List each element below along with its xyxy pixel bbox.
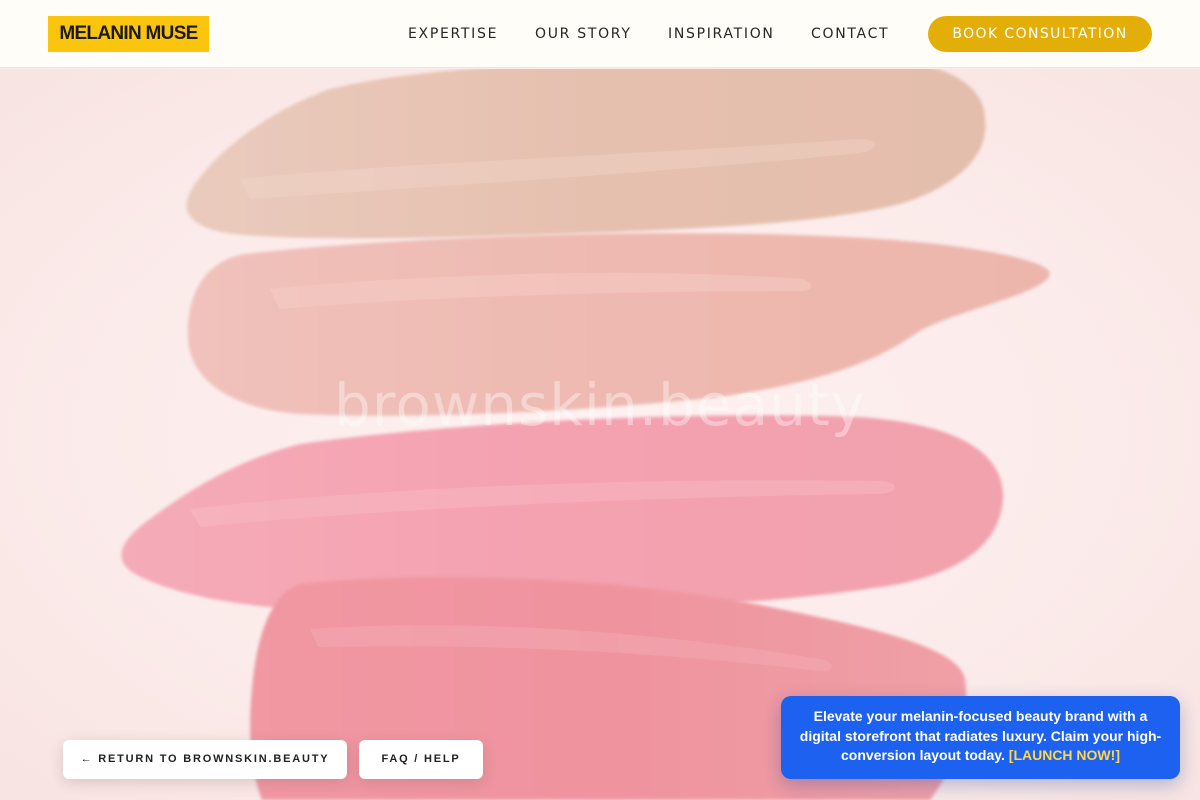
hero-section: brownskin.beauty bbox=[0, 69, 1200, 800]
nav-link-contact[interactable]: CONTACT bbox=[811, 24, 889, 44]
launch-now-link[interactable]: [LAUNCH NOW!] bbox=[1009, 747, 1120, 763]
return-to-site-button[interactable]: ← RETURN TO BROWNSKIN.BEAUTY bbox=[63, 740, 347, 779]
faq-help-button[interactable]: FAQ / HELP bbox=[359, 740, 483, 779]
promo-banner: Elevate your melanin-focused beauty bran… bbox=[781, 696, 1180, 779]
site-header: MELANIN MUSE EXPERTISE OUR STORY INSPIRA… bbox=[0, 0, 1200, 68]
brand-logo[interactable]: MELANIN MUSE bbox=[48, 16, 209, 52]
nav-link-expertise[interactable]: EXPERTISE bbox=[408, 24, 498, 44]
nav-link-inspiration[interactable]: INSPIRATION bbox=[668, 24, 775, 44]
nav-link-our-story[interactable]: OUR STORY bbox=[535, 24, 632, 44]
book-consultation-button[interactable]: BOOK CONSULTATION bbox=[928, 16, 1152, 52]
swatch-beige bbox=[186, 69, 986, 239]
watermark-text: brownskin.beauty bbox=[333, 371, 867, 439]
